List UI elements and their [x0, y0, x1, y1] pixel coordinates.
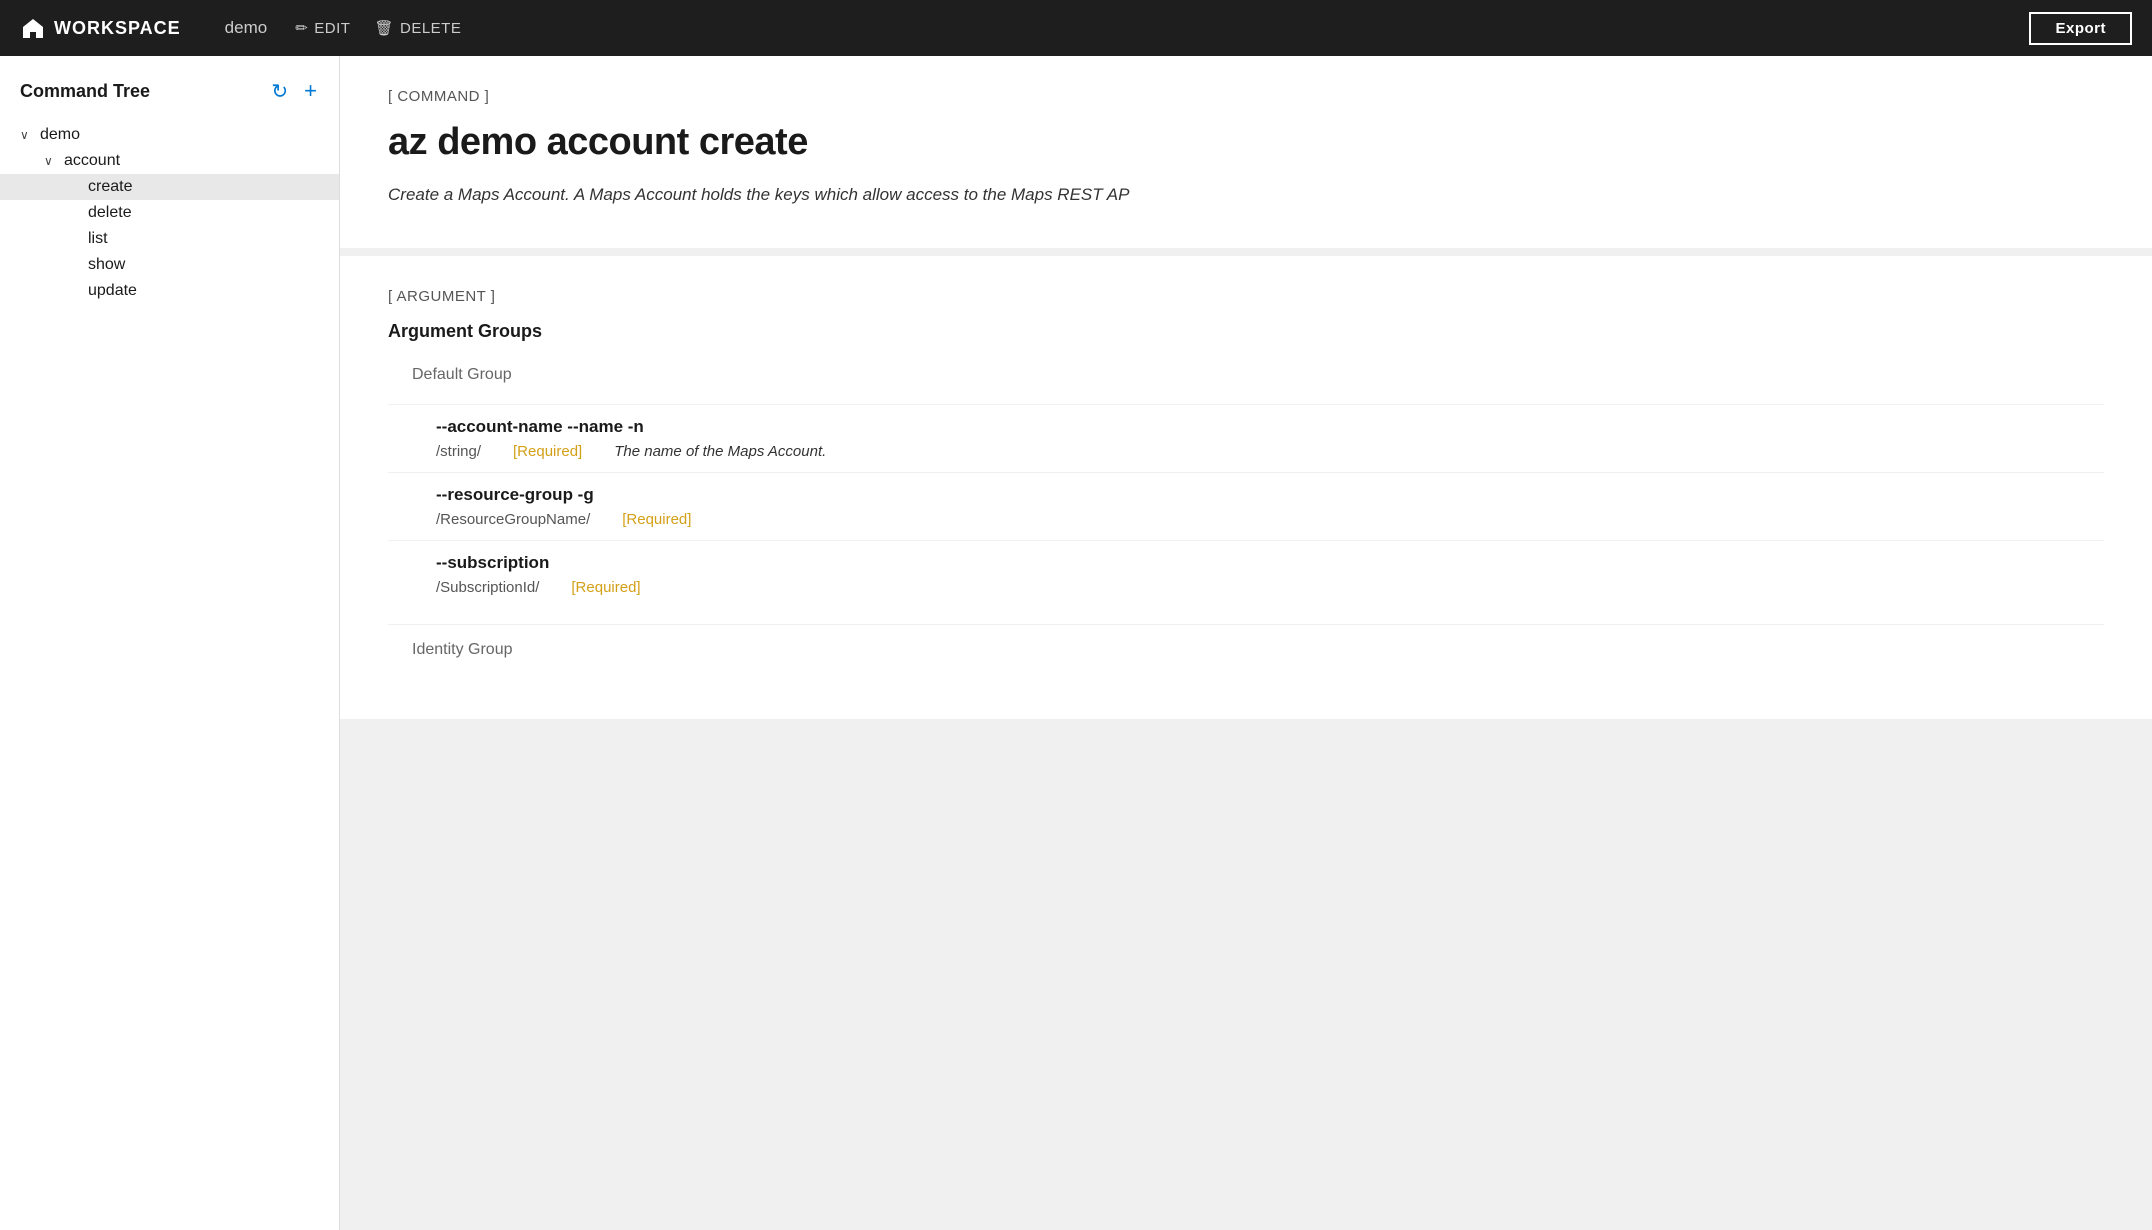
workspace-label: WORKSPACE: [54, 18, 181, 39]
topbar: WORKSPACE demo ✏ EDIT 🗑 DELETE Export: [0, 0, 2152, 56]
argument-section: [ ARGUMENT ] Argument Groups Default Gro…: [340, 256, 2152, 719]
default-group-title: Default Group: [388, 366, 2104, 384]
arg-item-account-name: --account-name --name -n /string/ [Requi…: [388, 404, 2104, 472]
arg-name-resource-group: --resource-group -g: [436, 485, 2104, 505]
add-button[interactable]: +: [302, 76, 319, 106]
argument-section-label: [ ARGUMENT ]: [388, 288, 2104, 305]
export-button[interactable]: Export: [2029, 12, 2132, 45]
command-section-label: [ COMMAND ]: [388, 88, 2104, 105]
tree-label-account: account: [64, 152, 319, 170]
arg-details-resource-group: /ResourceGroupName/ [Required]: [436, 511, 2104, 528]
arg-type-subscription: /SubscriptionId/: [436, 579, 539, 596]
tree-label-update: update: [88, 282, 319, 300]
arg-type-account-name: /string/: [436, 443, 481, 460]
arg-details-subscription: /SubscriptionId/ [Required]: [436, 579, 2104, 596]
argument-groups-title: Argument Groups: [388, 321, 2104, 342]
delete-label: DELETE: [400, 20, 461, 37]
arg-required-account-name: [Required]: [513, 443, 582, 460]
arg-details-account-name: /string/ [Required] The name of the Maps…: [436, 443, 2104, 460]
arg-item-subscription: --subscription /SubscriptionId/ [Require…: [388, 540, 2104, 608]
arg-required-subscription: [Required]: [571, 579, 640, 596]
tree-item-list[interactable]: list: [0, 226, 339, 252]
workspace-name: demo: [225, 18, 268, 38]
refresh-button[interactable]: ↻: [269, 77, 290, 106]
tree-item-demo[interactable]: ∨ demo: [0, 122, 339, 148]
arg-name-subscription: --subscription: [436, 553, 2104, 573]
arg-desc-account-name: The name of the Maps Account.: [614, 443, 826, 460]
arg-name-account-name: --account-name --name -n: [436, 417, 2104, 437]
tree-item-show[interactable]: show: [0, 252, 339, 278]
tree-label-delete: delete: [88, 204, 319, 222]
sidebar-header: Command Tree ↻ +: [0, 76, 339, 122]
sidebar: Command Tree ↻ + ∨ demo ∨ account create…: [0, 56, 340, 1230]
tree-label-show: show: [88, 256, 319, 274]
tree-item-delete[interactable]: delete: [0, 200, 339, 226]
arg-item-resource-group: --resource-group -g /ResourceGroupName/ …: [388, 472, 2104, 540]
pencil-icon: ✏: [295, 19, 308, 37]
tree-item-account[interactable]: ∨ account: [0, 148, 339, 174]
tree-label-create: create: [88, 178, 319, 196]
tree-label-demo: demo: [40, 126, 319, 144]
arg-required-resource-group: [Required]: [622, 511, 691, 528]
command-section: [ COMMAND ] az demo account create Creat…: [340, 56, 2152, 248]
content-area: [ COMMAND ] az demo account create Creat…: [340, 56, 2152, 1230]
tree-label-list: list: [88, 230, 319, 248]
chevron-down-icon: ∨: [44, 154, 64, 168]
command-title: az demo account create: [388, 121, 2104, 164]
edit-label: EDIT: [314, 20, 350, 37]
home-button[interactable]: WORKSPACE: [20, 17, 205, 39]
chevron-down-icon: ∨: [20, 128, 40, 142]
home-icon: [20, 17, 46, 39]
topbar-actions: ✏ EDIT 🗑 DELETE: [295, 19, 461, 37]
command-description: Create a Maps Account. A Maps Account ho…: [388, 182, 2104, 208]
trash-icon: 🗑: [374, 19, 394, 37]
arg-type-resource-group: /ResourceGroupName/: [436, 511, 590, 528]
delete-button[interactable]: 🗑 DELETE: [374, 19, 461, 37]
tree-item-create[interactable]: create: [0, 174, 339, 200]
identity-group-title: Identity Group: [388, 624, 2104, 659]
tree-item-update[interactable]: update: [0, 278, 339, 304]
sidebar-title: Command Tree: [20, 81, 257, 102]
edit-button[interactable]: ✏ EDIT: [295, 19, 350, 37]
main-layout: Command Tree ↻ + ∨ demo ∨ account create…: [0, 56, 2152, 1230]
